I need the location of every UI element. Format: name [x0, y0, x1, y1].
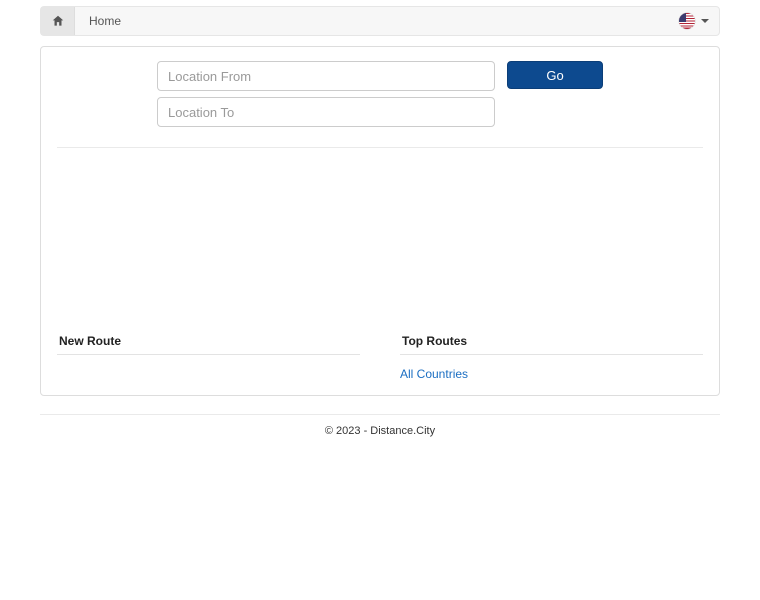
language-selector[interactable] — [679, 13, 719, 29]
nav-left: Home — [41, 7, 135, 35]
footer-text: © 2023 - Distance.City — [0, 415, 760, 447]
location-from-input[interactable] — [157, 61, 495, 91]
all-countries-link[interactable]: All Countries — [400, 367, 468, 381]
chevron-down-icon — [701, 19, 709, 23]
content-spacer — [57, 148, 703, 328]
location-to-input[interactable] — [157, 97, 495, 127]
new-route-heading: New Route — [57, 328, 360, 355]
navbar: Home — [40, 6, 720, 36]
top-routes-section: Top Routes All Countries — [400, 328, 703, 383]
bottom-sections: New Route Top Routes All Countries — [57, 328, 703, 383]
search-form: Go — [57, 61, 703, 127]
go-button[interactable]: Go — [507, 61, 603, 89]
home-icon-link[interactable] — [41, 7, 75, 35]
nav-home-link[interactable]: Home — [75, 14, 135, 28]
home-icon — [51, 14, 65, 28]
us-flag-icon — [679, 13, 695, 29]
top-routes-heading: Top Routes — [400, 328, 703, 355]
new-route-section: New Route — [57, 328, 360, 383]
main-card: Go New Route Top Routes All Countries — [40, 46, 720, 396]
